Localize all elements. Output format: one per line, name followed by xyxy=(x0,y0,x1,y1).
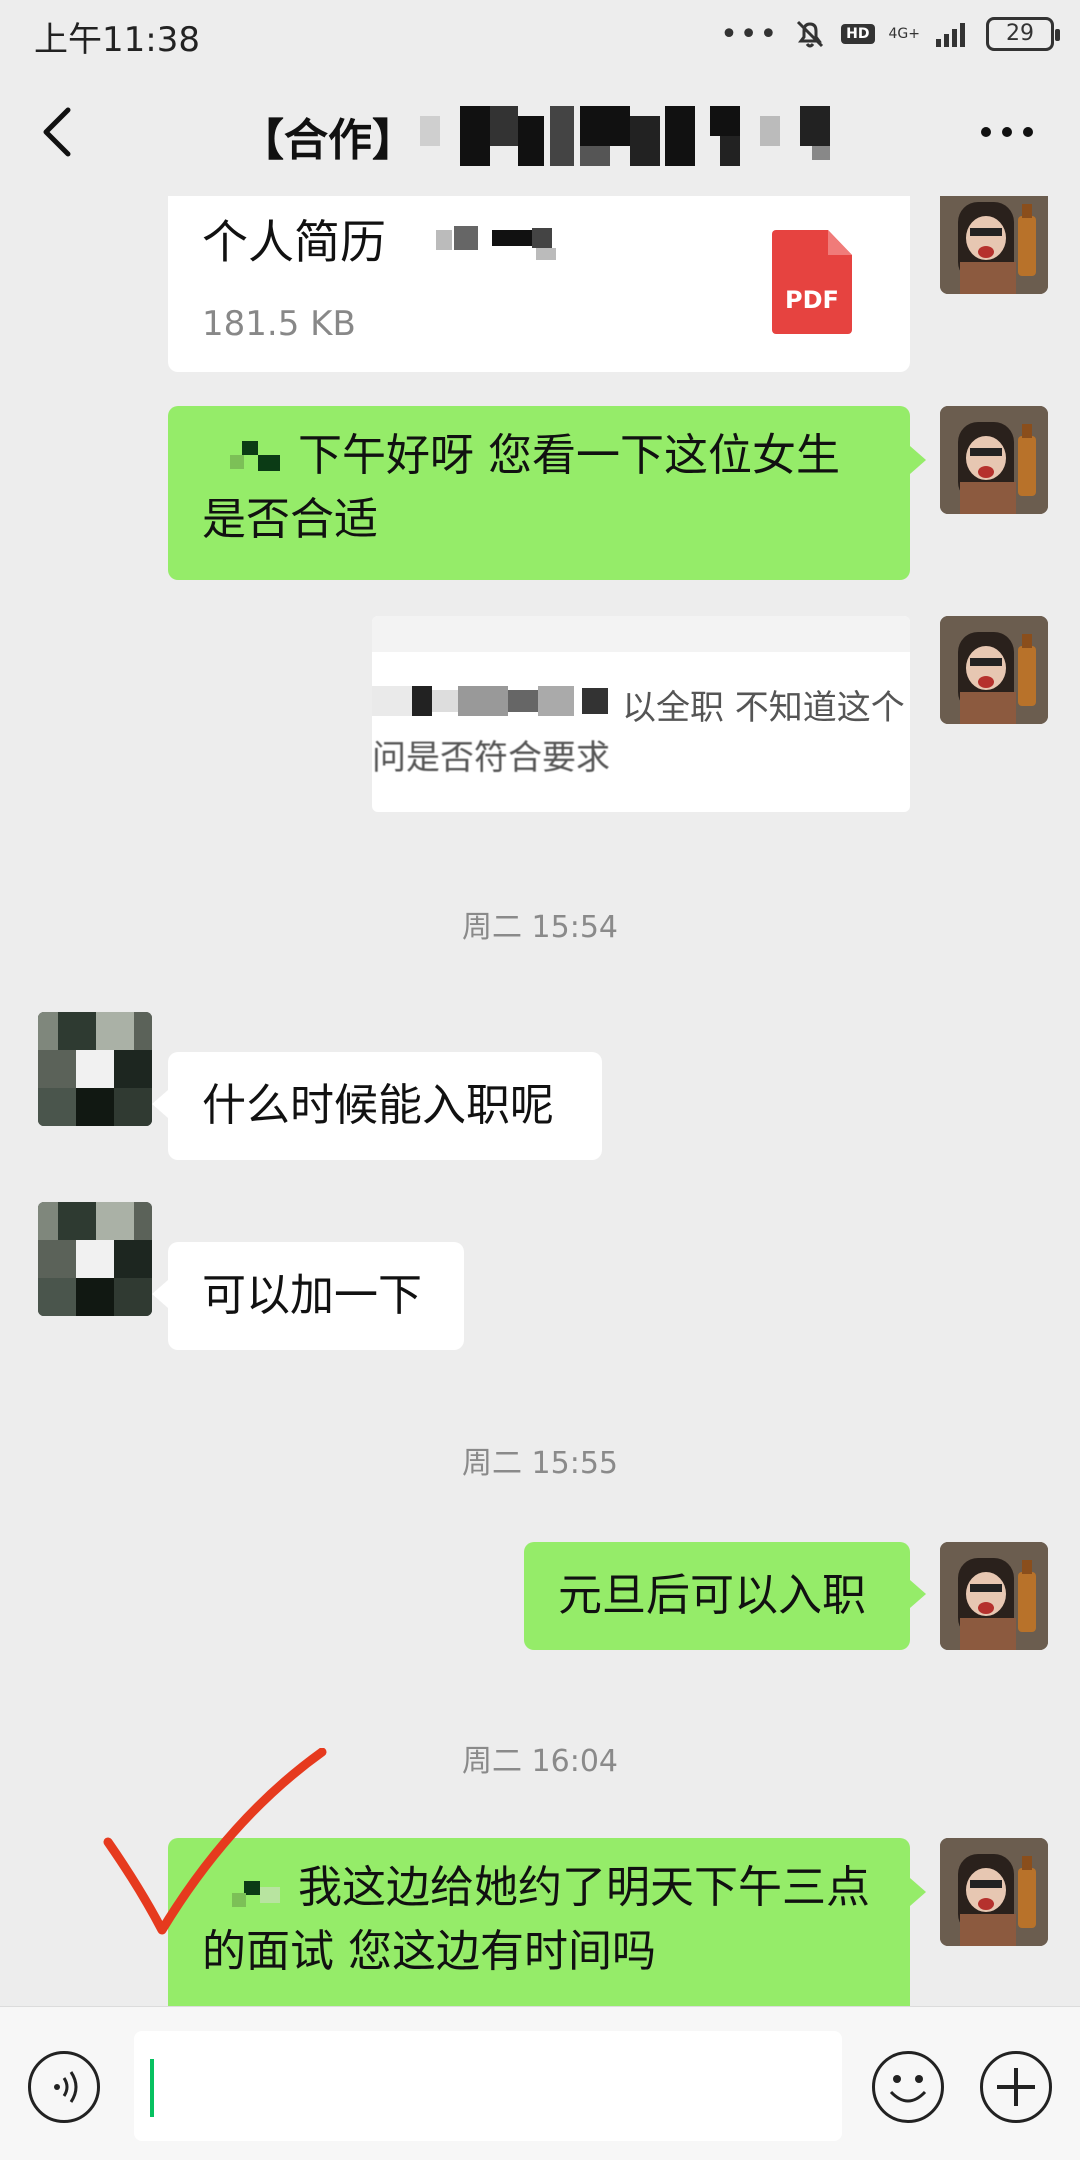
input-bar xyxy=(0,2006,1080,2160)
avatar[interactable] xyxy=(940,616,1048,724)
message-list[interactable]: 个人简历 181.5 KB PDF 下午好呀 您看一下这位女生是否合适 以全职 … xyxy=(0,196,1080,2006)
timestamp: 周二 16:04 xyxy=(462,1744,618,1779)
message-text: 可以加一下 xyxy=(202,1270,422,1321)
bubble-tail xyxy=(910,1580,926,1608)
pixelated-text-redaction xyxy=(372,686,608,716)
timestamp: 周二 15:54 xyxy=(462,910,618,945)
status-icons: ••• HD 4G+ 29 xyxy=(720,14,1060,54)
avatar-image xyxy=(940,616,1048,724)
avatar-image xyxy=(940,406,1048,514)
message-bubble-sent[interactable]: 元旦后可以入职 xyxy=(524,1542,910,1650)
emoji-button[interactable] xyxy=(872,2051,944,2123)
message-bubble-received[interactable]: 可以加一下 xyxy=(168,1242,464,1350)
contact-avatar[interactable] xyxy=(38,1012,152,1126)
avatar-image xyxy=(940,1838,1048,1946)
avatar[interactable] xyxy=(940,1838,1048,1946)
bubble-tail xyxy=(152,1280,168,1308)
image-text-line: 问是否符合要求 xyxy=(372,738,610,778)
chat-title: 【合作】 xyxy=(240,115,416,166)
file-size: 181.5 KB xyxy=(202,304,356,344)
bubble-tail xyxy=(910,446,926,474)
pixelated-name-redaction xyxy=(232,1881,280,1907)
voice-input-button[interactable] xyxy=(28,2051,100,2123)
more-options-icon[interactable] xyxy=(980,122,1034,142)
pixelated-filename-redaction xyxy=(436,226,556,260)
mute-bell-icon xyxy=(797,20,824,48)
plus-icon xyxy=(997,2068,1035,2106)
signal-icon xyxy=(936,23,965,47)
battery-icon: 29 xyxy=(986,17,1060,51)
message-bubble-sent[interactable]: 下午好呀 您看一下这位女生是否合适 xyxy=(168,406,910,580)
timestamp: 周二 15:55 xyxy=(462,1446,618,1481)
network-label: 4G+ xyxy=(888,26,921,42)
chat-header: 【合作】 xyxy=(0,66,1080,196)
message-bubble-received[interactable]: 什么时候能入职呢 xyxy=(168,1052,602,1160)
message-input[interactable] xyxy=(134,2031,842,2141)
file-name: 个人简历 xyxy=(202,215,386,269)
status-time: 上午11:38 xyxy=(34,20,200,60)
avatar-image xyxy=(940,196,1048,294)
emoji-icon xyxy=(889,2075,927,2103)
hd-icon: HD xyxy=(841,24,875,44)
text-cursor xyxy=(150,2059,154,2117)
contact-avatar[interactable] xyxy=(38,1202,152,1316)
avatar[interactable] xyxy=(940,1542,1048,1650)
more-notifications-icon: ••• xyxy=(720,16,780,52)
message-text: 元旦后可以入职 xyxy=(558,1570,866,1621)
avatar-image xyxy=(940,1542,1048,1650)
bubble-tail xyxy=(152,1090,168,1118)
pixelated-avatar-image xyxy=(38,1202,152,1316)
image-text-line: 以全职 不知道这个 xyxy=(622,688,905,728)
more-functions-button[interactable] xyxy=(980,2051,1052,2123)
message-text: 我这边给她约了明天下午三点的面试 您这边有时间吗 xyxy=(202,1862,870,1977)
pixelated-avatar-image xyxy=(38,1012,152,1126)
bubble-tail xyxy=(910,1878,926,1906)
back-arrow-icon[interactable] xyxy=(34,102,84,162)
pdf-icon-label: PDF xyxy=(785,286,839,314)
image-message[interactable]: 以全职 不知道这个 问是否符合要求 xyxy=(372,616,910,812)
avatar[interactable] xyxy=(940,406,1048,514)
image-top-strip xyxy=(372,616,910,652)
file-message[interactable]: 个人简历 181.5 KB PDF xyxy=(168,196,910,372)
pixelated-name-redaction xyxy=(420,106,830,166)
avatar[interactable] xyxy=(940,196,1048,294)
message-text: 什么时候能入职呢 xyxy=(202,1080,554,1131)
voice-icon xyxy=(54,2071,78,2103)
pixelated-name-redaction xyxy=(230,441,280,471)
status-bar: 上午11:38 ••• HD 4G+ 29 xyxy=(0,0,1080,66)
message-text: 下午好呀 您看一下这位女生是否合适 xyxy=(202,430,840,545)
message-bubble-sent[interactable]: 我这边给她约了明天下午三点的面试 您这边有时间吗 xyxy=(168,1838,910,2006)
